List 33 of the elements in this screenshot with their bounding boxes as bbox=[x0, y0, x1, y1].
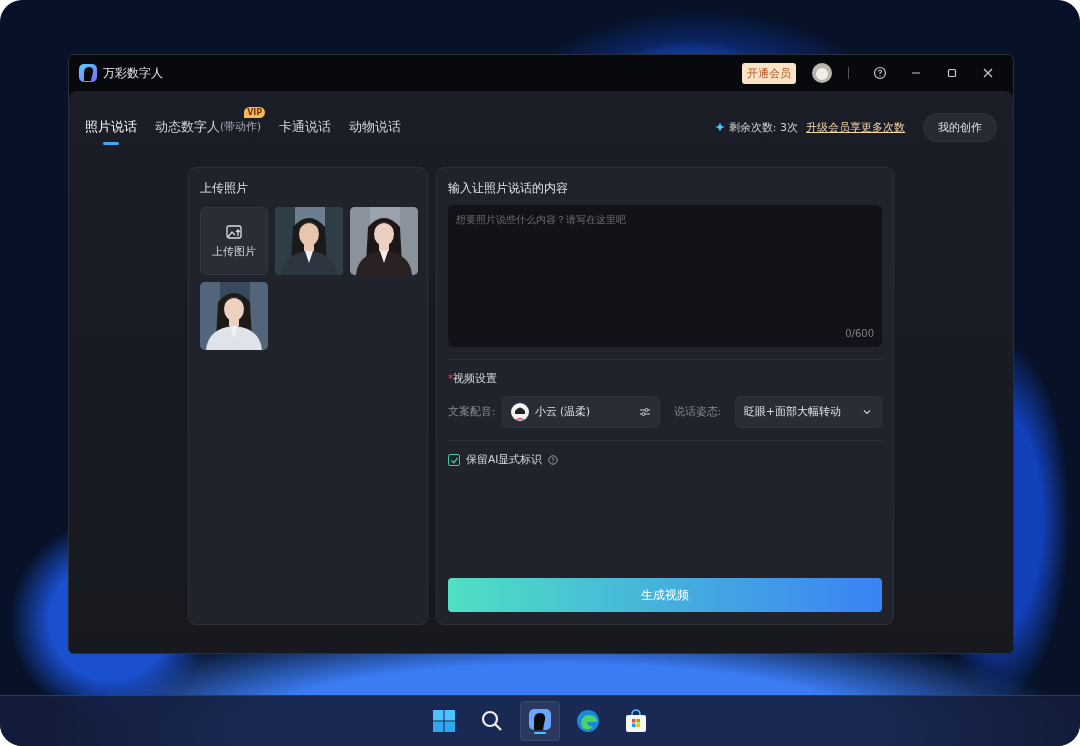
help-icon[interactable] bbox=[873, 66, 887, 80]
pose-dropdown[interactable]: 眨眼+面部大幅转动 bbox=[735, 396, 882, 428]
section-title: *视频设置 bbox=[448, 372, 499, 386]
app-logo-icon bbox=[79, 64, 97, 82]
app-logo-icon[interactable] bbox=[527, 708, 553, 734]
sparkle-icon bbox=[714, 122, 725, 132]
app-title: 万彩数字人 bbox=[103, 64, 163, 82]
my-works-button[interactable]: 我的创作 bbox=[923, 112, 997, 142]
character-counter: 0/600 bbox=[845, 328, 874, 339]
remaining-count: 剩余次数: 3次 bbox=[728, 119, 798, 135]
sliders-icon[interactable] bbox=[638, 406, 651, 418]
windows-start-icon[interactable] bbox=[431, 708, 457, 734]
maximize-icon[interactable] bbox=[945, 66, 959, 80]
upload-image-button[interactable]: 上传图片 bbox=[200, 207, 268, 275]
vip-button[interactable]: 开通会员 bbox=[742, 62, 796, 84]
tab[interactable]: 动物说话 bbox=[349, 107, 402, 147]
voice-selector[interactable]: 小云 (温柔) bbox=[501, 396, 660, 428]
store-icon[interactable] bbox=[623, 708, 649, 734]
avatar-icon[interactable] bbox=[812, 63, 832, 83]
image-upload-icon bbox=[225, 223, 243, 241]
tab[interactable]: 照片说话 bbox=[85, 107, 137, 147]
upgrade-link[interactable]: 升级会员享更多次数 bbox=[806, 119, 905, 135]
checkbox[interactable] bbox=[448, 454, 460, 466]
avatar-icon bbox=[510, 403, 529, 421]
checkbox-label: 保留AI显式标识 bbox=[466, 453, 543, 467]
browser-icon[interactable] bbox=[575, 708, 601, 734]
panel-title: 输入让照片说话的内容 bbox=[448, 180, 569, 197]
tab[interactable]: 卡通说话 bbox=[279, 107, 332, 147]
vip-badge: VIP bbox=[244, 107, 266, 118]
field-label: 文案配音: bbox=[448, 405, 496, 419]
field-label: 说话姿态: bbox=[673, 405, 722, 419]
close-icon[interactable] bbox=[981, 66, 995, 80]
panel-title: 上传照片 bbox=[200, 180, 249, 197]
